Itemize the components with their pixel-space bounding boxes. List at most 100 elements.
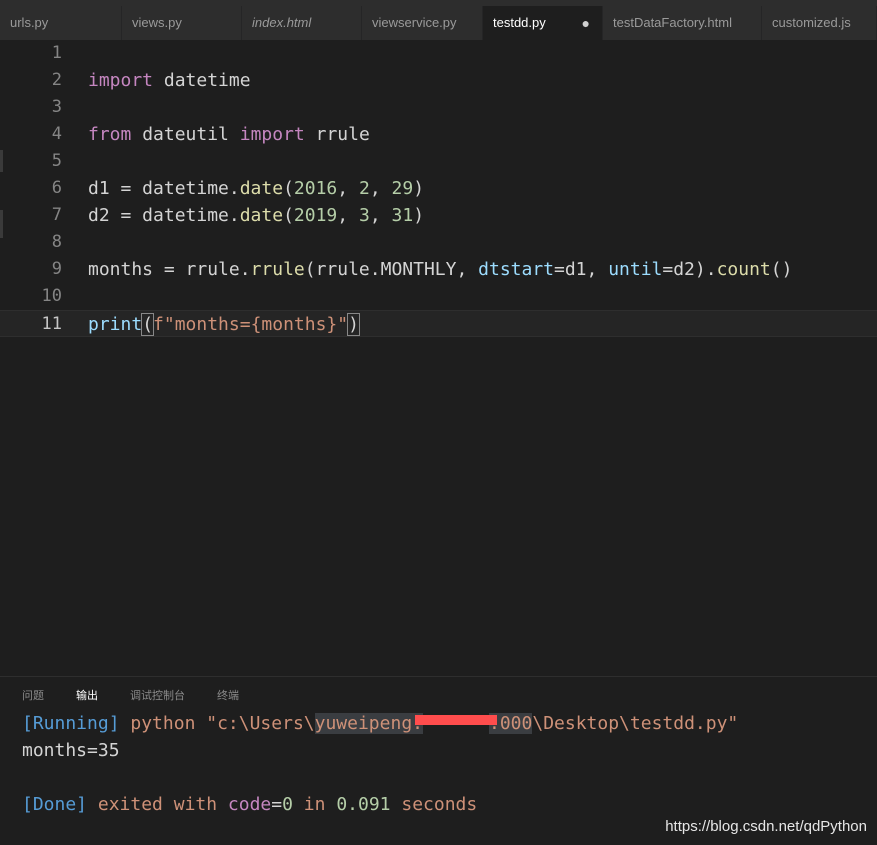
tab-index-html[interactable]: index.html — [242, 6, 362, 40]
command-text: python "c:\Users\ — [119, 713, 315, 734]
code-line: 5 — [0, 148, 877, 175]
tab-testdatafactory-html[interactable]: testDataFactory.html — [603, 6, 762, 40]
redaction-mark — [415, 715, 497, 725]
code-fragment: (rrule.MONTHLY, — [304, 259, 479, 280]
number-literal: 29 — [391, 178, 414, 199]
code-fragment: , — [337, 178, 359, 199]
tab-label: viewservice.py — [372, 15, 457, 30]
code-fragment: () — [770, 259, 793, 280]
code-fragment: ) — [413, 205, 425, 226]
code-fragment: ( — [283, 178, 294, 199]
bracket-match: ( — [141, 313, 155, 336]
code-text: print(f"months={months}") — [88, 311, 360, 338]
tab-label: views.py — [132, 15, 182, 30]
keyword: import — [239, 124, 305, 145]
code-fragment: dateutil — [131, 124, 240, 145]
code-line: 10 — [0, 283, 877, 310]
function-name: count — [716, 259, 771, 280]
number-literal: 3 — [358, 205, 370, 226]
tab-urls-py[interactable]: urls.py — [0, 6, 122, 40]
code-line: 9 months = rrule.rrule(rrule.MONTHLY, dt… — [0, 256, 877, 283]
keyword-argument: until — [608, 259, 663, 280]
panel-tab-output[interactable]: 输出 — [76, 687, 98, 703]
output-fragment: = — [271, 794, 283, 815]
tab-label: index.html — [252, 15, 312, 30]
line-number: 5 — [51, 151, 62, 171]
code-fragment: =d2). — [662, 259, 717, 280]
code-line: 8 — [0, 229, 877, 256]
keyword: from — [88, 124, 132, 145]
line-number: 4 — [51, 124, 62, 144]
output-fragment: in — [292, 794, 337, 815]
line-number: 2 — [51, 70, 62, 90]
code-fragment: , — [369, 178, 392, 199]
unsaved-dot-icon[interactable]: ● — [582, 6, 590, 40]
output-fragment: seconds — [390, 794, 478, 815]
code-fragment: d1 = datetime. — [88, 178, 240, 199]
line-number: 3 — [51, 97, 62, 117]
code-fragment: ) — [413, 178, 425, 199]
code-fragment: , — [369, 205, 392, 226]
line-number: 7 — [51, 205, 62, 225]
exit-code: 0 — [282, 794, 293, 815]
line-number: 9 — [51, 259, 62, 279]
function-name: date — [239, 205, 284, 226]
tab-label: urls.py — [10, 15, 49, 30]
code-fragment: d2 = datetime. — [88, 205, 240, 226]
elapsed-time: 0.091 — [336, 794, 391, 815]
output-fragment: exited with — [87, 794, 228, 815]
tab-testdd-py[interactable]: testdd.py ● — [483, 6, 603, 40]
code-fragment: ( — [283, 205, 294, 226]
number-literal: 2016 — [293, 178, 338, 199]
string-literal: f"months={months}" — [153, 314, 349, 335]
tab-viewservice-py[interactable]: viewservice.py — [362, 6, 483, 40]
path-text: \Desktop\testdd.py" — [532, 713, 739, 734]
tab-label: testdd.py — [493, 15, 546, 30]
tab-views-py[interactable]: views.py — [122, 6, 242, 40]
tab-label: customized.js — [772, 15, 851, 30]
line-number: 10 — [41, 286, 62, 306]
username-text: yuweipeng. — [314, 713, 423, 734]
panel-tab-debug-console[interactable]: 调试控制台 — [130, 687, 185, 703]
code-line: 2 import datetime — [0, 67, 877, 94]
code-fragment: months = rrule. — [88, 259, 251, 280]
code-fragment: rrule — [304, 124, 370, 145]
line-number: 8 — [51, 232, 62, 252]
code-line: 4 from dateutil import rrule — [0, 121, 877, 148]
line-number: 6 — [51, 178, 62, 198]
code-fragment: datetime — [153, 70, 251, 91]
code-line: 1 — [0, 40, 877, 67]
number-literal: 2 — [358, 178, 370, 199]
number-literal: 2019 — [293, 205, 338, 226]
tab-label: testDataFactory.html — [613, 15, 732, 30]
line-number: 1 — [51, 43, 62, 63]
panel-tab-terminal[interactable]: 终端 — [217, 687, 239, 703]
code-text: import datetime — [88, 67, 251, 94]
code-text: months = rrule.rrule(rrule.MONTHLY, dtst… — [88, 256, 792, 283]
code-text: from dateutil import rrule — [88, 121, 370, 148]
keyword: import — [88, 70, 154, 91]
function-name: date — [239, 178, 284, 199]
code-line: 3 — [0, 94, 877, 121]
panel-tab-problems[interactable]: 问题 — [22, 687, 44, 703]
output-panel: 问题 输出 调试控制台 终端 [Running] python "c:\User… — [0, 676, 877, 845]
done-tag: [Done] — [22, 794, 88, 815]
number-literal: 31 — [391, 205, 414, 226]
output-line-result: months=35 — [22, 740, 120, 761]
code-line-current: 11 print(f"months={months}") — [0, 310, 877, 337]
code-editor[interactable]: 1 2 import datetime 3 4 from dateutil im… — [0, 40, 877, 676]
output-fragment: code — [227, 794, 272, 815]
code-text: d1 = datetime.date(2016, 2, 29) — [88, 175, 424, 202]
code-line: 7 d2 = datetime.date(2019, 3, 31) — [0, 202, 877, 229]
output-line-running: [Running] python "c:\Users\yuweipeng. .00… — [22, 711, 738, 737]
running-tag: [Running] — [22, 713, 120, 734]
line-number: 11 — [41, 314, 62, 334]
output-line-done: [Done] exited with code=0 in 0.091 secon… — [22, 792, 477, 818]
code-line: 6 d1 = datetime.date(2016, 2, 29) — [0, 175, 877, 202]
code-fragment: =d1, — [554, 259, 609, 280]
bracket-match: ) — [347, 313, 360, 336]
tab-customized-js[interactable]: customized.js — [762, 6, 877, 40]
code-fragment: , — [337, 205, 359, 226]
function-name: print — [88, 314, 143, 335]
code-text: d2 = datetime.date(2019, 3, 31) — [88, 202, 424, 229]
